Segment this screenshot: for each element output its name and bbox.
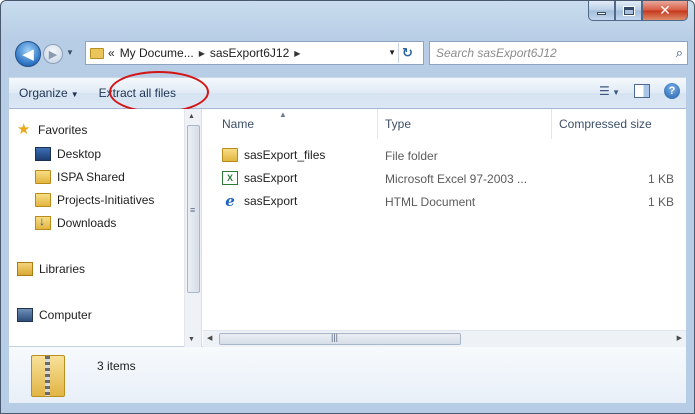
navigation-pane: ★ Favorites Desktop ISPA Shared Projects-…: [9, 109, 202, 347]
file-name: sasExport: [244, 171, 298, 185]
breadcrumb-overflow[interactable]: «: [108, 46, 115, 60]
organize-label: Organize: [19, 86, 68, 100]
forward-button[interactable]: ▶: [43, 44, 63, 64]
libraries-icon: [17, 262, 33, 276]
breadcrumb-my-documents[interactable]: My Docume...: [120, 46, 194, 60]
explorer-window: ✕ ◀ ▶ ▼ « My Docume... ▶ sasExport6J12 ▶…: [0, 0, 695, 414]
folder-icon: [90, 47, 104, 59]
close-button[interactable]: ✕: [642, 1, 688, 21]
column-divider[interactable]: [551, 109, 552, 139]
html-document-icon: e: [225, 192, 235, 210]
maximize-icon: [622, 5, 635, 16]
arrow-right-icon: ▶: [48, 48, 58, 61]
column-header: Name ▲ Type Compressed size: [203, 109, 686, 139]
view-controls: ☰ ▼ ?: [599, 83, 680, 99]
nav-item-projects-initiatives[interactable]: Projects-Initiatives: [35, 193, 154, 207]
arrow-left-icon: ◀: [22, 46, 34, 63]
view-list-icon: ☰: [598, 84, 610, 98]
scroll-grip-icon: |||: [331, 332, 339, 342]
back-button[interactable]: ◀: [15, 41, 41, 67]
computer-icon: [17, 308, 33, 322]
chevron-down-icon: ▼: [70, 90, 79, 99]
nav-item-desktop[interactable]: Desktop: [35, 147, 101, 161]
nav-item-libraries[interactable]: Libraries: [17, 262, 85, 276]
column-divider[interactable]: [377, 109, 378, 139]
folder-icon: [35, 170, 51, 184]
excel-icon: X: [222, 171, 238, 185]
minimize-button[interactable]: [588, 1, 615, 21]
nav-projects-label: Projects-Initiatives: [57, 193, 155, 207]
refresh-icon[interactable]: ↻: [398, 43, 416, 63]
scroll-thumb[interactable]: [219, 333, 461, 345]
chevron-down-icon: ▼: [612, 88, 620, 97]
change-view-button[interactable]: ☰ ▼: [599, 84, 620, 98]
search-placeholder: Search sasExport6J12: [436, 46, 557, 60]
scroll-left-icon[interactable]: ◀: [207, 334, 212, 342]
nav-item-downloads[interactable]: Downloads: [35, 214, 117, 230]
organize-button[interactable]: Organize ▼: [9, 86, 89, 100]
address-bar[interactable]: « My Docume... ▶ sasExport6J12 ▶ ▼ ↻: [85, 41, 424, 65]
preview-pane-icon[interactable]: [634, 84, 650, 98]
scroll-up-icon[interactable]: ▲: [188, 113, 195, 120]
breadcrumb-separator-icon[interactable]: ▶: [199, 49, 205, 58]
nav-ispa-shared-label: ISPA Shared: [57, 170, 125, 184]
content-area: ★ Favorites Desktop ISPA Shared Projects-…: [9, 109, 686, 347]
search-input[interactable]: Search sasExport6J12 ⌕: [429, 41, 688, 65]
file-type: HTML Document: [385, 195, 476, 209]
details-pane: 3 items: [9, 347, 686, 403]
caption-buttons: ✕: [588, 1, 688, 21]
file-type: File folder: [385, 149, 438, 163]
column-name[interactable]: Name: [222, 117, 254, 131]
star-icon: ★: [17, 121, 31, 138]
downloads-folder-icon: [35, 214, 51, 230]
column-type[interactable]: Type: [385, 117, 411, 131]
nav-item-computer[interactable]: Computer: [17, 308, 92, 322]
file-list: Name ▲ Type Compressed size sasExport_fi…: [203, 109, 686, 347]
file-size: 1 KB: [647, 172, 674, 186]
maximize-button[interactable]: [615, 1, 642, 21]
item-count: 3 items: [97, 359, 136, 373]
file-list-horizontal-scrollbar[interactable]: ◀ ||| ▶: [203, 330, 686, 347]
zip-folder-icon: [31, 355, 65, 397]
minimize-icon: [597, 12, 606, 15]
file-name: sasExport: [244, 194, 298, 208]
nav-favorites-label: Favorites: [38, 123, 88, 137]
nav-desktop-label: Desktop: [57, 147, 102, 161]
folder-icon: [222, 148, 238, 162]
desktop-icon: [35, 147, 51, 161]
address-dropdown-icon[interactable]: ▼: [388, 48, 396, 57]
file-row[interactable]: sasExport_files File folder: [203, 145, 686, 167]
column-compressed-size[interactable]: Compressed size: [559, 117, 652, 131]
breadcrumb-sasexport[interactable]: sasExport6J12: [210, 46, 289, 60]
nav-item-ispa-shared[interactable]: ISPA Shared: [35, 170, 125, 184]
sort-ascending-icon: ▲: [279, 110, 287, 119]
file-row[interactable]: XsasExport Microsoft Excel 97-2003 ... 1…: [203, 168, 686, 190]
nav-downloads-label: Downloads: [57, 216, 117, 230]
scroll-right-icon[interactable]: ▶: [677, 334, 682, 342]
nav-vertical-scrollbar[interactable]: ▲ ≡ ▼: [184, 109, 201, 347]
folder-icon: [35, 193, 51, 207]
file-name: sasExport_files: [244, 148, 326, 162]
search-icon[interactable]: ⌕: [676, 45, 683, 61]
scroll-down-icon[interactable]: ▼: [188, 336, 195, 343]
file-row[interactable]: e sasExport HTML Document 1 KB: [203, 191, 686, 213]
nav-item-favorites[interactable]: ★ Favorites: [17, 121, 88, 138]
recent-pages-dropdown[interactable]: ▼: [66, 48, 74, 57]
address-row: ◀ ▶ ▼ « My Docume... ▶ sasExport6J12 ▶ ▼…: [9, 39, 688, 69]
nav-computer-label: Computer: [39, 308, 92, 322]
breadcrumb-separator-icon[interactable]: ▶: [294, 49, 300, 58]
nav-libraries-label: Libraries: [39, 262, 86, 276]
red-annotation-circle: [109, 71, 209, 113]
help-icon[interactable]: ?: [664, 83, 680, 99]
scroll-grip-icon: ≡: [190, 205, 196, 215]
chevron-down-icon: ▼: [66, 48, 74, 57]
file-size: 1 KB: [647, 195, 674, 209]
file-type: Microsoft Excel 97-2003 ...: [385, 172, 528, 186]
